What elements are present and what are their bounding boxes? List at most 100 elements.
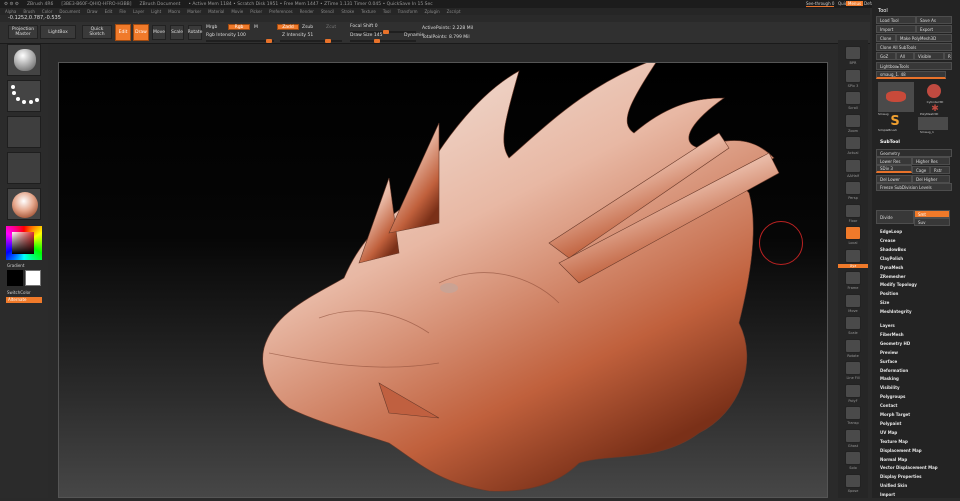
shelf-line-fill-button[interactable] <box>845 361 861 375</box>
geometry-position-section[interactable]: Position <box>880 291 898 296</box>
shelf-transp-button[interactable] <box>845 406 861 420</box>
shelf-persp-button[interactable] <box>845 181 861 195</box>
shelf-rotate-button[interactable] <box>845 338 861 353</box>
menu-file[interactable]: File <box>119 9 126 14</box>
menu-material[interactable]: Material <box>208 9 224 14</box>
geometry-section[interactable]: Geometry <box>876 149 952 157</box>
shelf-scroll-button[interactable] <box>845 91 861 105</box>
tool-morph-target-section[interactable]: Morph Target <box>880 412 910 417</box>
clone-all-subtools-button[interactable]: Clone All SubTools <box>876 43 952 51</box>
clone-button[interactable]: Clone <box>876 34 896 42</box>
see-through-slider[interactable]: See-through 0 <box>806 1 835 7</box>
tool-unified-skin-section[interactable]: Unified Skin <box>880 483 907 488</box>
tool-polygroups-section[interactable]: Polygroups <box>880 394 905 399</box>
divide-button[interactable]: Divide <box>876 210 914 224</box>
shelf-frame-button[interactable] <box>845 271 861 285</box>
menu-transform[interactable]: Transform <box>398 9 418 14</box>
tool-import-section[interactable]: Import <box>880 492 895 497</box>
geometry-zremesher-section[interactable]: ZRemesher <box>880 274 906 279</box>
move-button[interactable]: Move <box>152 25 166 40</box>
geometry-edgeloop-section[interactable]: EdgeLoop <box>880 229 902 234</box>
alternate-button[interactable]: Alternate <box>6 297 42 303</box>
tool-name-slider[interactable]: smaug_1. 48 <box>876 71 946 79</box>
shelf-move-button[interactable] <box>845 293 861 308</box>
shelf-scale-button[interactable] <box>845 316 861 330</box>
menu-edit[interactable]: Edit <box>105 9 113 14</box>
higher-res-button[interactable]: Higher Res <box>912 157 950 165</box>
del-lower-button[interactable]: Del Lower <box>876 175 912 183</box>
geometry-size-section[interactable]: Size <box>880 300 889 305</box>
tool-visibility-section[interactable]: Visibility <box>880 385 900 390</box>
visible-button[interactable]: Visible <box>914 52 944 60</box>
all-button[interactable]: All <box>896 52 914 60</box>
projection-master-button[interactable]: Projection Master <box>8 25 38 39</box>
sdiv-slider[interactable]: SDiv 3 <box>876 165 912 173</box>
rgb-intensity-slider[interactable] <box>206 39 274 43</box>
menu-color[interactable]: Color <box>42 9 52 14</box>
subtool-section[interactable]: SubTool <box>880 140 900 145</box>
zcut-button[interactable]: Zcut <box>326 25 336 30</box>
shelf-actual-button[interactable] <box>845 136 861 150</box>
alpha-thumbnail[interactable] <box>7 116 41 148</box>
zadd-button[interactable]: Zadd <box>277 24 299 30</box>
rotate-button[interactable]: Rotate <box>188 25 202 40</box>
menu-document[interactable]: Document <box>59 9 80 14</box>
tool-contact-section[interactable]: Contact <box>880 403 897 408</box>
cage-button[interactable]: Cage <box>912 166 930 174</box>
del-higher-button[interactable]: Del Higher <box>912 175 950 183</box>
geometry-claypolish-section[interactable]: ClayPolish <box>880 256 903 261</box>
tool-surface-section[interactable]: Surface <box>880 359 897 364</box>
tool-fibermesh-section[interactable]: FiberMesh <box>880 332 904 337</box>
make-polymesh-button[interactable]: Make PolyMesh3D <box>896 34 952 42</box>
material-thumbnail[interactable] <box>7 188 41 220</box>
texture-thumbnail[interactable] <box>7 152 41 184</box>
goz-button[interactable]: GoZ <box>876 52 896 60</box>
tool-normal-map-section[interactable]: Normal Map <box>880 457 907 462</box>
app-icons[interactable]: ⚙ ⚙ ⚙ <box>4 2 19 7</box>
shelf-solo-button[interactable] <box>845 451 861 465</box>
menu-tool[interactable]: Tool <box>383 9 391 14</box>
tool-preview-section[interactable]: Preview <box>880 350 898 355</box>
menu-zscript[interactable]: Zscript <box>447 9 461 14</box>
geometry-shadowbox-section[interactable]: ShadowBox <box>880 247 906 252</box>
smt-toggle[interactable]: Smt <box>914 210 950 218</box>
menu-layer[interactable]: Layer <box>133 9 144 14</box>
menu-texture[interactable]: Texture <box>361 9 376 14</box>
geometry-crease-section[interactable]: Crease <box>880 238 895 243</box>
color-picker[interactable] <box>6 226 42 260</box>
shelf-aahalf-button[interactable] <box>845 158 861 173</box>
tool-displacement-map-section[interactable]: Displacement Map <box>880 448 922 453</box>
menu-movie[interactable]: Movie <box>231 9 243 14</box>
lower-res-button[interactable]: Lower Res <box>876 157 912 165</box>
menu-marker[interactable]: Marker <box>187 9 201 14</box>
shelf-zoom-button[interactable] <box>845 113 861 128</box>
lightbox-tools-button[interactable]: Lightbox▸Tools <box>876 62 952 70</box>
menu-stroke[interactable]: Stroke <box>341 9 354 14</box>
freeze-subdivision-button[interactable]: Freeze SubDivision Levels <box>876 183 952 191</box>
dynamic-button[interactable]: Dynamic <box>404 33 424 38</box>
tool-thumb-cylinder[interactable]: Cylinder3D <box>922 82 948 104</box>
tool-masking-section[interactable]: Masking <box>880 376 899 381</box>
rstr-button[interactable]: Rstr <box>930 166 950 174</box>
geometry-modify-topology-section[interactable]: Modify Topology <box>880 282 917 287</box>
shelf-spix-3-button[interactable] <box>845 68 861 83</box>
menu-light[interactable]: Light <box>151 9 161 14</box>
tool-geometry-hd-section[interactable]: Geometry HD <box>880 341 910 346</box>
zsub-button[interactable]: Zsub <box>302 25 313 30</box>
scale-button[interactable]: Scale <box>170 25 184 40</box>
shelf-ghost-button[interactable] <box>845 428 861 443</box>
shelf-xpose-button[interactable] <box>845 473 861 488</box>
tool-thumb-smaug-1[interactable] <box>918 117 948 130</box>
import-button[interactable]: Import <box>876 25 916 33</box>
m-button[interactable]: M <box>254 25 258 30</box>
shelf-bpr-button[interactable] <box>845 46 861 60</box>
tool-polypaint-section[interactable]: Polypaint <box>880 421 901 426</box>
save-as-button[interactable]: Save As <box>916 16 952 24</box>
menu-stencil[interactable]: Stencil <box>321 9 335 14</box>
quick-sketch-button[interactable]: Quick Sketch <box>82 25 112 39</box>
shelf-polyf-button[interactable] <box>845 383 861 398</box>
menu-draw[interactable]: Draw <box>87 9 97 14</box>
suv-toggle[interactable]: Suv <box>914 218 950 226</box>
tool-vector-displacement-map-section[interactable]: Vector Displacement Map <box>880 465 938 470</box>
shelf-xyz-button[interactable] <box>845 248 861 263</box>
